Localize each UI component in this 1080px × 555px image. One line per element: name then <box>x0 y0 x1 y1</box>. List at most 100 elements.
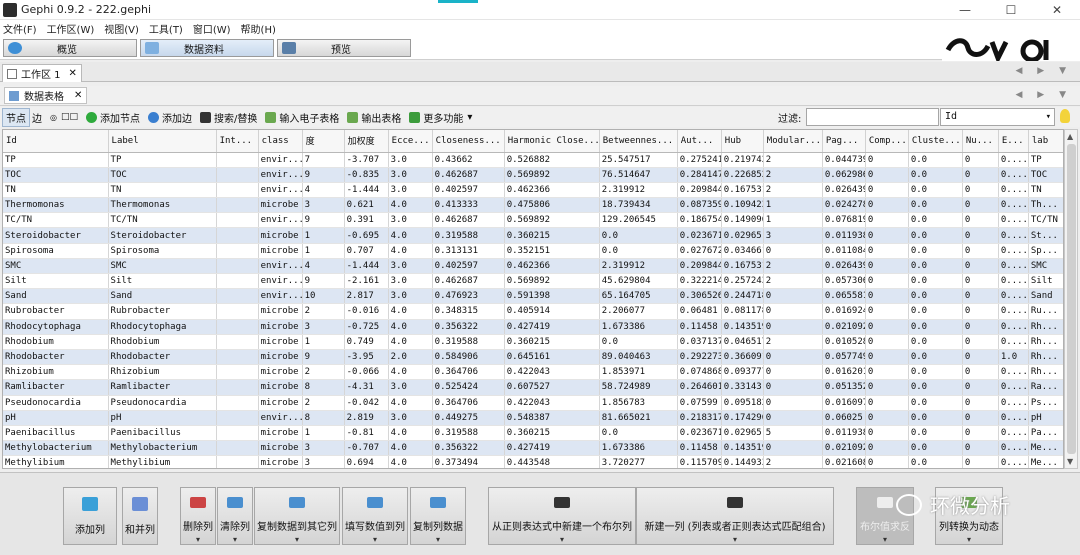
column-header[interactable]: Int... <box>216 130 259 153</box>
table-cell[interactable]: 0.569892 <box>504 212 600 229</box>
table-cell[interactable]: Ramlibacter <box>108 379 217 396</box>
table-cell[interactable]: 9 <box>302 167 345 183</box>
column-header[interactable]: Pag... <box>822 130 866 153</box>
table-cell[interactable]: 4.0 <box>388 303 433 320</box>
table-cell[interactable]: 2 <box>763 182 823 199</box>
table-cell[interactable]: 0.284147 <box>677 167 722 183</box>
table-cell[interactable]: Rh... <box>1028 319 1063 335</box>
table-cell[interactable]: -0.695 <box>344 227 389 244</box>
table-cell[interactable]: -1.444 <box>344 258 389 275</box>
table-cell[interactable]: 0.0 <box>908 379 963 396</box>
table-cell[interactable]: 0.219742 <box>721 152 764 168</box>
table-cell[interactable]: 4.0 <box>388 227 433 244</box>
table-cell[interactable]: 0.366091 <box>721 349 764 366</box>
filter-column-select[interactable]: Id ▾ <box>940 108 1055 126</box>
table-cell[interactable]: envir... <box>258 212 303 229</box>
minimize-button[interactable]: — <box>942 0 988 20</box>
table-cell[interactable]: 3.0 <box>388 167 433 183</box>
nodes-toggle[interactable]: 节点 <box>2 107 30 127</box>
table-cell[interactable]: Spirosoma <box>3 243 109 259</box>
table-cell[interactable]: 0.... <box>998 410 1029 426</box>
table-cell[interactable]: 7 <box>302 152 345 168</box>
table-cell[interactable]: 0.0 <box>908 319 963 335</box>
table-cell[interactable]: 0 <box>962 425 999 442</box>
table-cell[interactable]: 0.... <box>998 167 1029 183</box>
table-row[interactable]: Sand Sand envir... 10 2.817 3.0 0.476923 0.5913… <box>3 288 1063 305</box>
table-cell[interactable]: 0.021608 <box>822 455 866 468</box>
data-table-close-icon[interactable]: ✕ <box>74 90 82 101</box>
table-cell[interactable]: 0.016924 <box>822 303 866 320</box>
table-cell[interactable]: microbe <box>258 364 303 381</box>
table-cell[interactable]: Methylibium <box>3 455 109 468</box>
table-cell[interactable]: 0.391 <box>344 212 389 229</box>
table-cell[interactable]: 0 <box>962 227 999 244</box>
workspace-tab-close-icon[interactable]: ✕ <box>69 68 77 79</box>
table-cell[interactable]: 81.665021 <box>599 410 678 426</box>
table-cell[interactable]: 0.046517 <box>721 334 764 350</box>
table-cell[interactable]: 0.322214 <box>677 273 722 290</box>
table-cell[interactable]: 0.167531 <box>721 182 764 199</box>
table-cell[interactable]: 0.026439 <box>822 258 866 275</box>
table-cell[interactable]: 0.694 <box>344 455 389 468</box>
table-cell[interactable]: Ramlibacter <box>3 379 109 396</box>
table-cell[interactable]: 0.402597 <box>432 182 505 199</box>
table-cell[interactable]: 1.673386 <box>599 440 678 457</box>
table-cell[interactable]: TN <box>1028 182 1063 199</box>
column-header[interactable]: Comp... <box>865 130 909 153</box>
table-cell[interactable]: 0.186754 <box>677 212 722 229</box>
table-cell[interactable]: Rubrobacter <box>3 303 109 320</box>
table-cell[interactable]: Spirosoma <box>108 243 217 259</box>
table-cell[interactable]: 0.076819 <box>822 212 866 229</box>
table-cell[interactable] <box>216 258 259 275</box>
table-cell[interactable]: 0.548387 <box>504 410 600 426</box>
table-cell[interactable] <box>216 167 259 183</box>
table-cell[interactable]: 4.0 <box>388 364 433 381</box>
table-cell[interactable]: 0.11458 <box>677 319 722 335</box>
table-cell[interactable]: 0 <box>962 243 999 259</box>
table-cell[interactable]: 0.443548 <box>504 455 600 468</box>
table-cell[interactable]: 0.364706 <box>432 395 505 411</box>
table-cell[interactable]: 0.... <box>998 425 1029 442</box>
table-cell[interactable]: pH <box>1028 410 1063 426</box>
table-cell[interactable] <box>216 349 259 366</box>
table-cell[interactable]: 0.0 <box>599 243 678 259</box>
table-cell[interactable]: Methylobacterium <box>3 440 109 457</box>
table-row[interactable]: Pseudonocardia Pseudonocardia microbe 2 -0.0… <box>3 395 1063 411</box>
table-cell[interactable]: 0.449275 <box>432 410 505 426</box>
table-cell[interactable]: 0.43662 <box>432 152 505 168</box>
table-cell[interactable]: envir... <box>258 273 303 290</box>
table-cell[interactable]: 3.0 <box>388 379 433 396</box>
table-row[interactable]: Paenibacillus Paenibacillus microbe 1 -0.81 4… <box>3 425 1063 442</box>
table-cell[interactable] <box>216 319 259 335</box>
table-cell[interactable]: 0.07599 <box>677 395 722 411</box>
table-cell[interactable]: 0.... <box>998 455 1029 468</box>
column-header[interactable]: E... <box>998 130 1029 153</box>
table-cell[interactable]: Silt <box>1028 273 1063 290</box>
table-cell[interactable]: pH <box>108 410 217 426</box>
table-row[interactable]: Rhodobium Rhodobium microbe 1 0.749 4.0 0.3195… <box>3 334 1063 350</box>
table-cell[interactable]: 0.0 <box>908 440 963 457</box>
table-row[interactable]: Methylibium Methylibium microbe 3 0.694 4.0 0.… <box>3 455 1063 468</box>
table-cell[interactable]: 0.11458 <box>677 440 722 457</box>
table-cell[interactable]: 0.081178 <box>721 303 764 320</box>
table-cell[interactable]: 0.023671 <box>677 227 722 244</box>
table-cell[interactable]: 0 <box>962 258 999 275</box>
table-cell[interactable]: SMC <box>3 258 109 275</box>
maximize-button[interactable]: ☐ <box>988 0 1034 20</box>
table-row[interactable]: TN TN envir... 4 -1.444 3.0 0.402597 0.462366 2.… <box>3 182 1063 199</box>
data-table-tab[interactable]: 数据表格 ✕ <box>4 87 88 104</box>
table-row[interactable]: TOC TOC envir... 9 -0.835 3.0 0.462687 0.569892… <box>3 167 1063 183</box>
table-cell[interactable]: 0 <box>962 455 999 468</box>
table-cell[interactable]: 2.319912 <box>599 182 678 199</box>
table-cell[interactable]: 0 <box>763 319 823 335</box>
column-action-button[interactable]: 和并列 <box>122 487 158 545</box>
table-cell[interactable]: SMC <box>108 258 217 275</box>
table-cell[interactable]: 0.... <box>998 197 1029 214</box>
table-cell[interactable]: 0.... <box>998 395 1029 411</box>
table-cell[interactable]: envir... <box>258 167 303 183</box>
table-cell[interactable]: 0.462687 <box>432 167 505 183</box>
table-cell[interactable]: 0.0 <box>908 303 963 320</box>
table-cell[interactable]: 0.0 <box>908 258 963 275</box>
table-cell[interactable]: TC/TN <box>3 212 109 229</box>
table-cell[interactable]: -0.066 <box>344 364 389 381</box>
